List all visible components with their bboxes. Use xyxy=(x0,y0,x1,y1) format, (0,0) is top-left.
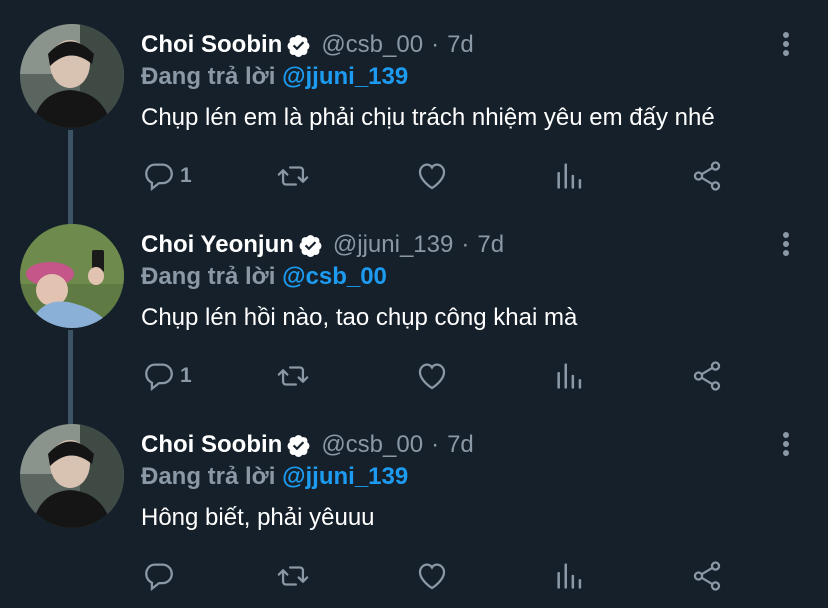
share-icon xyxy=(693,561,721,591)
timestamp[interactable]: 7d xyxy=(477,230,504,260)
reply-count: 1 xyxy=(180,164,192,187)
tweet-text: Chụp lén em là phải chịu trách nhiệm yêu… xyxy=(141,104,715,131)
tweet-header: Choi Soobin @csb_00 · 7d xyxy=(141,30,474,60)
replying-to-label: Đang trả lời xyxy=(141,263,276,290)
like-button[interactable] xyxy=(415,356,449,396)
analytics-button[interactable] xyxy=(553,156,587,196)
verified-badge-icon xyxy=(299,234,322,257)
share-button[interactable] xyxy=(690,356,724,396)
like-button[interactable] xyxy=(415,556,449,596)
like-icon xyxy=(418,163,446,190)
avatar[interactable] xyxy=(20,224,124,328)
display-name[interactable]: Choi Soobin xyxy=(141,30,282,60)
replying-to-handle[interactable]: @jjuni_139 xyxy=(282,63,408,90)
share-icon xyxy=(693,161,721,191)
replying-to-handle[interactable]: @csb_00 xyxy=(282,263,387,290)
more-icon[interactable] xyxy=(777,230,795,260)
reply-button[interactable]: 1 xyxy=(142,356,192,396)
share-button[interactable] xyxy=(690,556,724,596)
replying-to: Đang trả lời @jjuni_139 xyxy=(141,62,408,92)
retweet-button[interactable] xyxy=(276,556,310,596)
share-button[interactable] xyxy=(690,156,724,196)
avatar[interactable] xyxy=(20,424,124,528)
tweet[interactable]: Choi Soobin @csb_00 · 7d Đang trả lời @j… xyxy=(0,0,828,200)
tweet-text: Chụp lén hồi nào, tao chụp công khai mà xyxy=(141,304,578,331)
tweet-actions: 1 xyxy=(0,356,828,396)
like-icon xyxy=(418,563,446,590)
reply-button[interactable]: 1 xyxy=(142,156,192,196)
avatar[interactable] xyxy=(20,24,124,128)
timestamp[interactable]: 7d xyxy=(447,430,474,460)
retweet-icon xyxy=(277,366,309,386)
replying-to: Đang trả lời @jjuni_139 xyxy=(141,462,408,492)
tweet-actions xyxy=(0,556,828,596)
replying-to-handle[interactable]: @jjuni_139 xyxy=(282,463,408,490)
replying-to-label: Đang trả lời xyxy=(141,63,276,90)
analytics-icon xyxy=(557,563,582,589)
share-icon xyxy=(693,361,721,391)
verified-badge-icon xyxy=(287,434,310,457)
tweet[interactable]: Choi Soobin @csb_00 · 7d Đang trả lời @j… xyxy=(0,400,828,600)
reply-icon xyxy=(145,563,173,592)
retweet-icon xyxy=(277,566,309,586)
like-icon xyxy=(418,363,446,390)
reply-icon xyxy=(145,363,173,392)
retweet-button[interactable] xyxy=(276,356,310,396)
separator: · xyxy=(431,31,440,58)
analytics-icon xyxy=(557,163,582,189)
tweet-header: Choi Soobin @csb_00 · 7d xyxy=(141,430,474,460)
handle[interactable]: @csb_00 xyxy=(321,430,423,460)
timestamp[interactable]: 7d xyxy=(447,30,474,60)
like-button[interactable] xyxy=(415,156,449,196)
reply-count: 1 xyxy=(180,364,192,387)
tweet-header: Choi Yeonjun @jjuni_139 · 7d xyxy=(141,230,504,260)
display-name[interactable]: Choi Yeonjun xyxy=(141,230,294,260)
analytics-button[interactable] xyxy=(553,356,587,396)
separator: · xyxy=(461,231,470,258)
reply-icon xyxy=(145,163,173,192)
handle[interactable]: @csb_00 xyxy=(321,30,423,60)
more-icon[interactable] xyxy=(777,30,795,60)
retweet-icon xyxy=(277,166,309,186)
tweet-text: Hông biết, phải yêuuu xyxy=(141,504,375,531)
separator: · xyxy=(431,431,440,458)
replying-to-label: Đang trả lời xyxy=(141,463,276,490)
handle[interactable]: @jjuni_139 xyxy=(333,230,453,260)
verified-badge-icon xyxy=(287,34,310,57)
tweet-actions: 1 xyxy=(0,156,828,196)
reply-button[interactable] xyxy=(142,556,180,596)
analytics-button[interactable] xyxy=(553,556,587,596)
replying-to: Đang trả lời @csb_00 xyxy=(141,262,387,292)
retweet-button[interactable] xyxy=(276,156,310,196)
tweet[interactable]: Choi Yeonjun @jjuni_139 · 7d Đang trả lờ… xyxy=(0,200,828,400)
analytics-icon xyxy=(557,363,582,389)
more-icon[interactable] xyxy=(777,430,795,460)
display-name[interactable]: Choi Soobin xyxy=(141,430,282,460)
